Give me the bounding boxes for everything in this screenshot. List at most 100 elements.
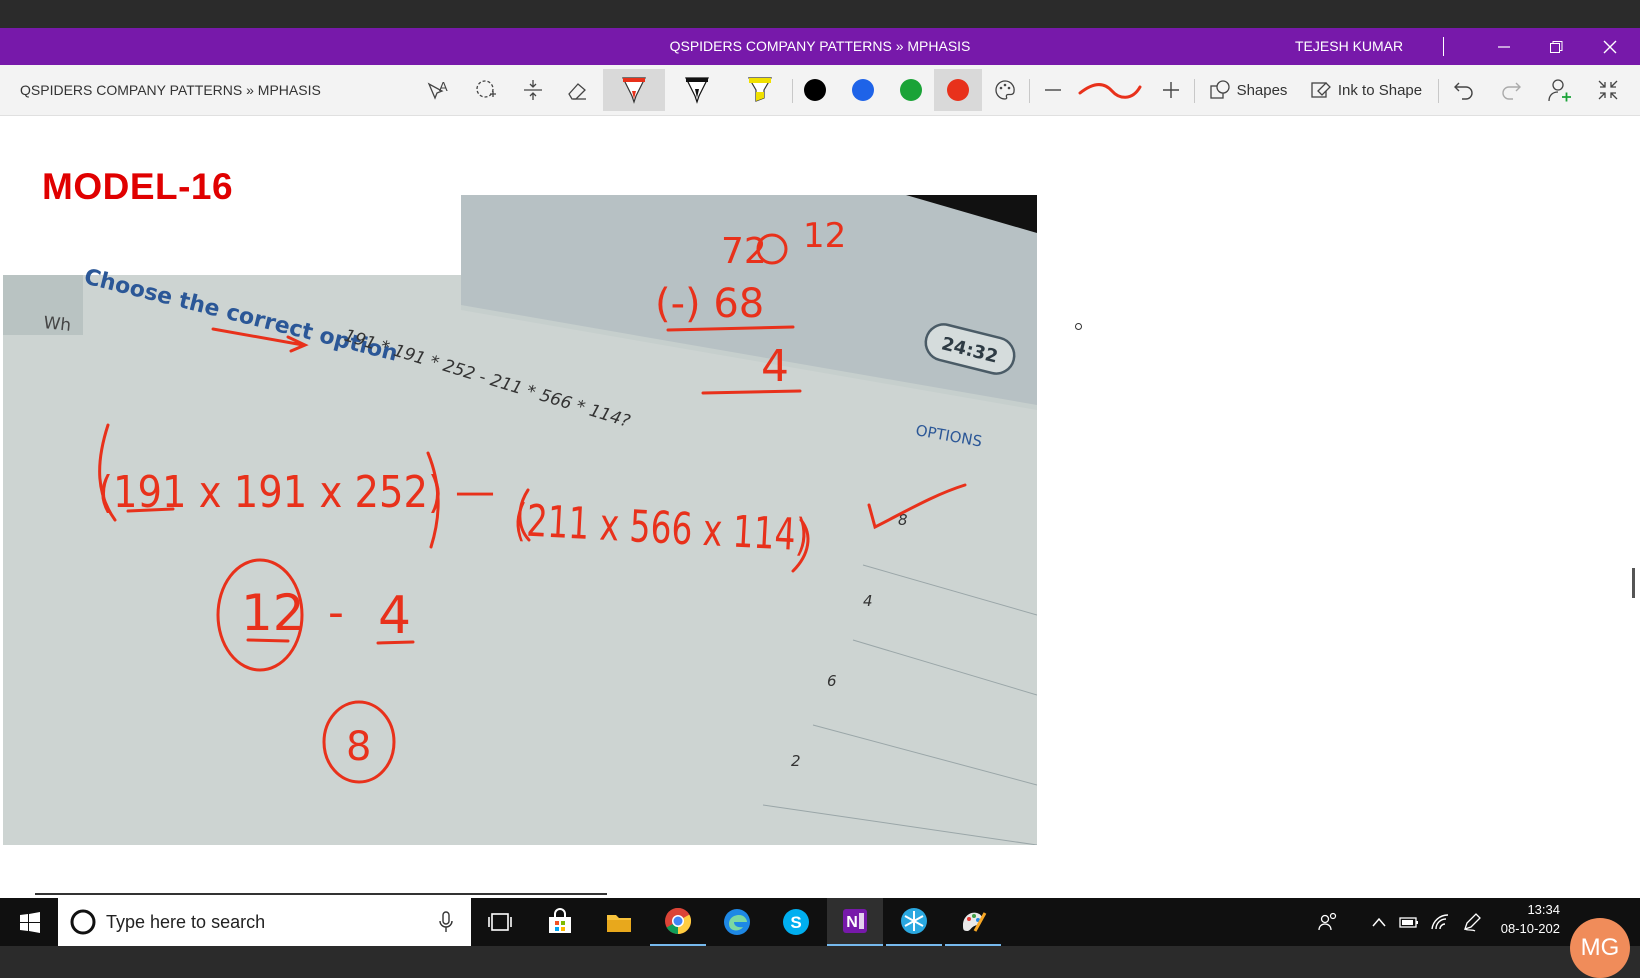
pen-icon xyxy=(685,77,709,104)
color-swatch-green[interactable] xyxy=(893,69,929,111)
highlighter-button[interactable] xyxy=(730,69,790,111)
minus-icon xyxy=(1045,89,1061,91)
stroke-preview xyxy=(1074,69,1146,111)
question-prefix: Wh xyxy=(42,313,72,336)
type-text-button[interactable]: A xyxy=(419,69,459,111)
ink-to-shape-button[interactable]: Ink to Shape xyxy=(1304,69,1428,111)
task-view-icon xyxy=(488,913,512,931)
horizontal-scrollbar[interactable] xyxy=(35,893,607,895)
type-text-icon: A xyxy=(427,79,448,100)
black-pen-button[interactable] xyxy=(667,69,727,111)
shapes-icon xyxy=(1209,80,1230,99)
decrease-thickness-button[interactable] xyxy=(1037,69,1069,111)
file-explorer-app[interactable] xyxy=(591,898,647,946)
cortana-icon xyxy=(70,909,96,935)
color-swatch-black[interactable] xyxy=(797,69,833,111)
expr-left: (191 x 191 x 252) xyxy=(98,467,443,518)
title-bar: QSPIDERS COMPANY PATTERNS » MPHASIS TEJE… xyxy=(0,28,1640,65)
taskbar-search[interactable]: Type here to search xyxy=(58,898,471,946)
shapes-button[interactable]: Shapes xyxy=(1203,69,1293,111)
show-hidden-icons-button[interactable] xyxy=(1364,898,1394,946)
ink-to-shape-label: Ink to Shape xyxy=(1337,81,1423,99)
option-3: 6 xyxy=(827,672,837,690)
skype-app[interactable]: S xyxy=(768,898,824,946)
clock-time: 13:34 xyxy=(1527,902,1560,917)
more-colors-button[interactable] xyxy=(985,69,1025,111)
minimize-icon xyxy=(1498,45,1510,48)
vertical-scrollbar[interactable] xyxy=(1632,568,1635,598)
swatch-dot xyxy=(804,79,826,101)
onenote-app[interactable]: N xyxy=(827,898,883,946)
toolbar-separator xyxy=(792,79,793,103)
ink-dot xyxy=(1075,323,1082,330)
snowflake-icon xyxy=(901,908,927,934)
title-separator xyxy=(1443,37,1444,56)
search-placeholder: Type here to search xyxy=(106,912,266,932)
sub-top: 72 xyxy=(721,231,767,272)
people-button[interactable] xyxy=(1310,898,1346,946)
color-swatch-blue[interactable] xyxy=(845,69,881,111)
avatar[interactable]: MG xyxy=(1570,918,1630,978)
undo-icon xyxy=(1454,82,1473,100)
store-app[interactable] xyxy=(532,898,588,946)
question-photo: Choose the correct option Wh 191 * 191 *… xyxy=(3,195,1037,845)
minimize-button[interactable] xyxy=(1481,28,1527,65)
stroke-preview-icon xyxy=(1078,83,1142,99)
edge-icon xyxy=(724,909,750,935)
option-4: 2 xyxy=(791,752,801,770)
sub-top-correction: 12 xyxy=(803,216,846,256)
folder-icon xyxy=(607,915,631,932)
undo-button[interactable] xyxy=(1445,69,1483,111)
swatch-dot xyxy=(852,79,874,101)
palette-icon xyxy=(995,80,1015,100)
eraser-icon xyxy=(568,83,586,100)
red-pen-button[interactable] xyxy=(603,69,665,111)
highlighter-icon xyxy=(747,77,773,102)
chrome-app[interactable] xyxy=(650,898,706,946)
close-button[interactable] xyxy=(1587,28,1633,65)
svg-text:N: N xyxy=(846,914,858,931)
svg-text:S: S xyxy=(790,913,801,932)
shapes-label: Shapes xyxy=(1236,81,1288,99)
sub-second: (-) 68 xyxy=(655,281,764,327)
collapse-button[interactable] xyxy=(1588,69,1628,111)
taskbar: Type here to search S N 13:34 08-10-202 xyxy=(0,898,1640,946)
user-name[interactable]: TEJESH KUMAR xyxy=(1295,28,1403,65)
chrome-icon xyxy=(665,907,692,935)
svg-text:A: A xyxy=(439,79,448,94)
system-clock[interactable]: 13:34 08-10-202 xyxy=(1490,902,1560,936)
chevron-up-icon xyxy=(1372,917,1386,927)
pen-menu-button[interactable] xyxy=(1457,898,1487,946)
close-icon xyxy=(1603,40,1617,53)
redo-button[interactable] xyxy=(1492,69,1530,111)
wifi-icon xyxy=(1431,914,1449,930)
store-icon xyxy=(549,908,571,933)
restore-icon xyxy=(1550,40,1563,53)
skype-icon: S xyxy=(783,909,809,935)
edge-app[interactable] xyxy=(709,898,765,946)
increase-thickness-button[interactable] xyxy=(1155,69,1187,111)
snowflake-app[interactable] xyxy=(886,898,942,946)
eraser-button[interactable] xyxy=(557,69,597,111)
lasso-select-button[interactable] xyxy=(466,69,506,111)
windows-icon xyxy=(20,912,40,933)
start-button[interactable] xyxy=(2,898,58,946)
battery-button[interactable] xyxy=(1394,898,1424,946)
add-person-icon xyxy=(1548,79,1571,102)
paint-app[interactable] xyxy=(945,898,1001,946)
restore-button[interactable] xyxy=(1533,28,1579,65)
pen-icon xyxy=(622,77,646,104)
wifi-button[interactable] xyxy=(1425,898,1455,946)
page-canvas[interactable]: MODEL-16 Choose the correct option Wh 19… xyxy=(0,116,1640,898)
answer: 8 xyxy=(346,724,371,770)
task-view-button[interactable] xyxy=(472,898,528,946)
add-space-button[interactable] xyxy=(513,69,553,111)
expr-minus: — xyxy=(455,469,495,515)
add-space-icon xyxy=(524,80,542,100)
add-person-button[interactable] xyxy=(1540,69,1580,111)
color-swatch-red[interactable] xyxy=(934,69,982,111)
microphone-icon[interactable] xyxy=(438,911,454,933)
draw-toolbar: QSPIDERS COMPANY PATTERNS » MPHASIS A Sh xyxy=(0,65,1640,116)
sub-result: 4 xyxy=(761,341,789,392)
breadcrumb[interactable]: QSPIDERS COMPANY PATTERNS » MPHASIS xyxy=(20,65,321,115)
